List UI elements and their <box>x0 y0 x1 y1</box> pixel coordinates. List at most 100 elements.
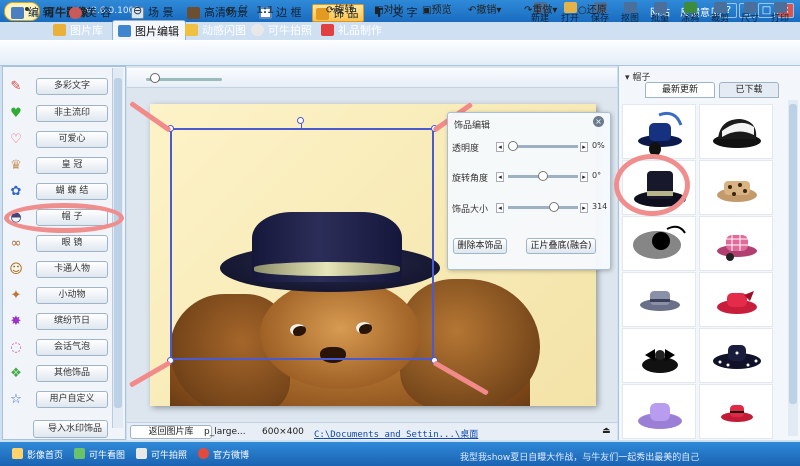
size-slider[interactable] <box>508 206 578 209</box>
crop-button[interactable]: 裁剪 <box>709 2 731 26</box>
batch-icon <box>653 2 667 13</box>
multiply-blend-button[interactable]: 正片叠底(融合) <box>526 238 596 254</box>
tool-edit[interactable]: 编 辑 <box>8 4 58 22</box>
close-icon[interactable]: × <box>593 116 604 127</box>
bow-tie-icon: ✿ <box>10 184 22 199</box>
cartoon-icon: ☺ <box>9 262 23 277</box>
hat-thumb[interactable] <box>622 216 696 271</box>
rotation-increase[interactable]: ▸ <box>580 172 588 182</box>
redo-button[interactable]: ↷重做▾ <box>524 3 557 18</box>
annotation-ring-hat <box>614 154 690 216</box>
tool-beauty[interactable]: 美 容 <box>66 4 116 22</box>
hat-library-scrollbar[interactable] <box>788 100 798 436</box>
opacity-slider[interactable] <box>508 145 578 148</box>
category-custom[interactable]: ☆ 用户自定义 <box>4 391 108 409</box>
grey-fedora-icon <box>640 291 680 311</box>
back-to-gallery-button[interactable]: 返回图片库 <box>130 425 212 439</box>
tab-downloaded[interactable]: 已下载 <box>719 82 779 98</box>
restore-button[interactable]: ○还原 <box>578 3 607 18</box>
blue-feather-hat-icon <box>638 111 683 156</box>
tab-gallery[interactable]: 图片库 <box>48 20 109 42</box>
size-increase[interactable]: ▸ <box>580 203 588 213</box>
print-button[interactable]: 打印 <box>769 2 791 26</box>
alt-stamp-icon: ♥ <box>10 106 22 121</box>
hat-thumb[interactable] <box>699 104 773 159</box>
undo-button[interactable]: ↶撤销▾ <box>468 3 501 18</box>
ornament-editor-panel: 饰品编辑 × 透明度 ◂ ▸ 0% 旋转角度 ◂ ▸ 0° 饰品大小 ◂ ▸ 3… <box>447 112 611 270</box>
rotation-row: 旋转角度 ◂ ▸ 0° <box>452 171 602 184</box>
resize-icon <box>743 2 757 13</box>
bottom-home-link[interactable]: 影像首页 <box>12 448 63 461</box>
chevron-down-icon: ▾ <box>496 5 502 16</box>
category-speech-bubble[interactable]: ◌ 会话气泡 <box>4 339 108 357</box>
import-watermark-button[interactable]: 导入水印饰品 <box>33 420 108 438</box>
category-cartoon[interactable]: ☺ 卡通人物 <box>4 261 108 279</box>
category-bow-tie[interactable]: ✿ 蝴 蝶 结 <box>4 183 108 201</box>
rotation-decrease[interactable]: ◂ <box>496 172 504 182</box>
batch-button[interactable]: 批量 <box>649 2 671 26</box>
category-crown[interactable]: ♛ 皇 冠 <box>4 157 108 175</box>
size-thumb[interactable] <box>548 202 559 212</box>
hat-thumb[interactable] <box>622 328 696 383</box>
opacity-decrease[interactable]: ◂ <box>496 142 504 152</box>
category-other[interactable]: ❖ 其他饰品 <box>4 365 108 383</box>
printer-icon <box>773 2 787 13</box>
category-small-animal[interactable]: ✦ 小动物 <box>4 287 108 305</box>
file-path-link[interactable]: C:\Documents and Settin...\桌面 <box>314 427 478 440</box>
black-white-cap-icon <box>713 119 761 148</box>
bottom-camera-link[interactable]: 可牛拍照 <box>136 448 187 461</box>
category-cute-heart[interactable]: ♡ 可爱心 <box>4 131 108 149</box>
cutout-button[interactable]: 抠图 <box>619 2 641 26</box>
hat-thumb[interactable] <box>622 104 696 159</box>
rotate-handle[interactable] <box>297 117 304 124</box>
actual-size-button[interactable]: 1:1 <box>256 3 274 18</box>
flash-image-icon <box>185 24 198 36</box>
hat-thumb[interactable] <box>699 272 773 327</box>
category-festival[interactable]: ✸ 缤纷节日 <box>4 313 108 331</box>
lilac-hat-icon <box>638 403 682 429</box>
ornament-selection-box[interactable] <box>170 128 434 360</box>
red-bow-hat-icon <box>717 291 757 314</box>
opacity-row: 透明度 ◂ ▸ 0% <box>452 141 605 154</box>
doodle-button[interactable]: 涂鸦 <box>679 2 701 26</box>
category-scrollbar[interactable] <box>112 68 123 428</box>
tab-flash-image[interactable]: 动感闪图 <box>180 20 252 42</box>
hat-thumb[interactable] <box>699 384 773 439</box>
main-toolbar <box>0 40 800 66</box>
tab-image-edit[interactable]: 图片编辑 <box>112 20 186 42</box>
category-colorful-text[interactable]: ✎ 多彩文字 <box>4 78 108 96</box>
rotate-button[interactable]: ⟳旋转 <box>326 3 354 18</box>
hat-thumb[interactable] <box>622 272 696 327</box>
tab-latest-updates[interactable]: 最新更新 <box>645 82 715 98</box>
bottom-weibo-link[interactable]: 官方微博 <box>198 448 249 461</box>
hat-thumb[interactable] <box>699 160 773 215</box>
size-row: 饰品大小 ◂ ▸ 314 <box>452 202 608 215</box>
eject-icon[interactable]: ⏏ <box>602 426 611 436</box>
viewer-icon <box>74 448 85 459</box>
delete-ornament-button[interactable]: 删除本饰品 <box>453 238 507 254</box>
preview-button[interactable]: ▣预览 <box>422 3 451 18</box>
resize-button[interactable]: 尺寸 <box>739 2 761 26</box>
tab-camera[interactable]: 可牛拍照 <box>246 20 318 42</box>
hat-thumb[interactable] <box>699 328 773 383</box>
size-decrease[interactable]: ◂ <box>496 203 504 213</box>
compare-button[interactable]: ◧对比 <box>374 3 403 18</box>
zoom-out-icon[interactable]: ⊖ <box>133 3 142 18</box>
bottom-viewer-link[interactable]: 可牛看图 <box>74 448 125 461</box>
hat-thumb[interactable] <box>622 384 696 439</box>
fit-screen-icon[interactable]: ⛶ <box>240 3 247 18</box>
folder-icon <box>563 2 577 13</box>
promo-marquee[interactable]: 我型我show夏日自曝大作战，与牛友们一起秀出最美的自己 <box>460 450 699 463</box>
festival-icon: ✸ <box>10 314 22 329</box>
tab-gift[interactable]: 礼品制作 <box>316 20 388 42</box>
category-alt-stamp[interactable]: ♥ 非主流印 <box>4 105 108 123</box>
opacity-increase[interactable]: ▸ <box>580 142 588 152</box>
rotate-handle-stem <box>301 124 302 130</box>
zoom-in-icon[interactable]: ⊕ <box>225 3 234 18</box>
opacity-thumb[interactable] <box>508 141 518 151</box>
hat-thumb[interactable] <box>699 216 773 271</box>
animal-icon: ✦ <box>10 288 22 303</box>
ornament-editor-title: 饰品编辑 <box>454 121 491 131</box>
category-glasses[interactable]: ∞ 眼 镜 <box>4 235 108 253</box>
rotation-thumb[interactable] <box>538 171 548 181</box>
